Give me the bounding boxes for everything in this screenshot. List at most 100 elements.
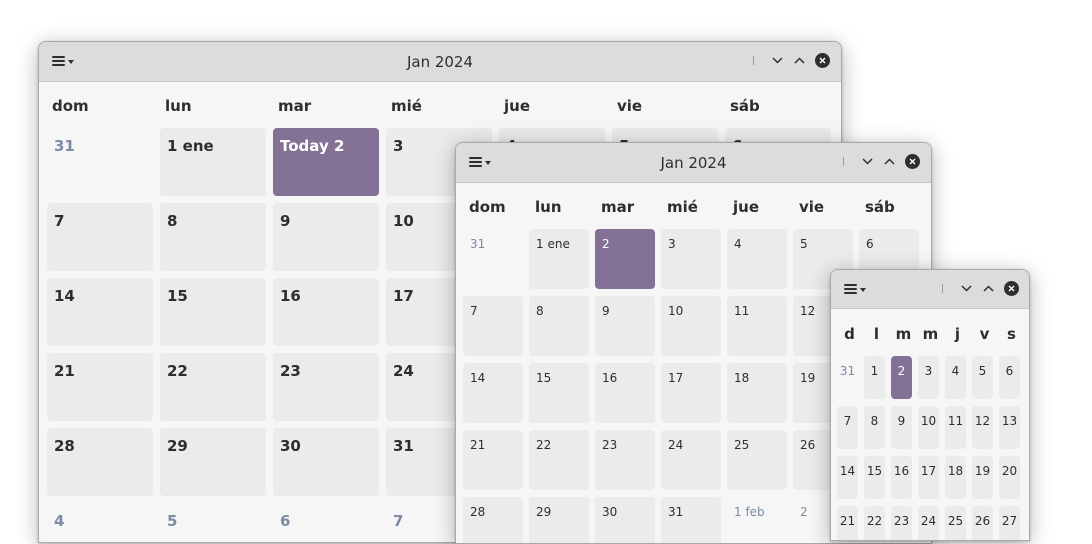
day-cell[interactable]: 1 ene — [160, 128, 266, 196]
window-titlebar[interactable] — [831, 270, 1029, 309]
dropdown-caret-icon — [860, 288, 866, 292]
day-cell[interactable]: 25 — [945, 506, 966, 540]
close-button[interactable] — [1004, 281, 1019, 296]
day-cell[interactable]: 4 — [47, 503, 153, 542]
day-cell[interactable]: 29 — [160, 428, 266, 496]
day-cell[interactable]: 20 — [999, 456, 1020, 499]
day-cell[interactable]: 11 — [727, 296, 787, 356]
day-cell[interactable]: 21 — [463, 430, 523, 490]
day-cell[interactable]: 24 — [918, 506, 939, 540]
day-cell[interactable]: 14 — [463, 363, 523, 423]
calendar-window-small: dlmmjvs 31 1 2 3 4 5 6 7 8 9 10 11 12 13 14 15 16 17 18 19 2… — [830, 269, 1030, 541]
maximize-button[interactable] — [792, 54, 806, 68]
day-cell[interactable]: 4 — [945, 356, 966, 399]
day-cell[interactable]: 22 — [864, 506, 885, 540]
day-cell[interactable]: 14 — [47, 278, 153, 346]
weekday-label: sáb — [730, 97, 760, 115]
day-cell[interactable]: 10 — [918, 406, 939, 449]
day-cell[interactable]: 6 — [273, 503, 379, 542]
day-cell[interactable]: 18 — [727, 363, 787, 423]
day-cell[interactable]: 9 — [273, 203, 379, 271]
day-cell[interactable]: 24 — [661, 430, 721, 490]
day-cell[interactable]: 15 — [160, 278, 266, 346]
day-cell[interactable]: 5 — [160, 503, 266, 542]
day-cell[interactable]: 30 — [595, 497, 655, 543]
day-cell[interactable]: 13 — [999, 406, 1020, 449]
day-cell[interactable]: 5 — [972, 356, 993, 399]
day-cell[interactable]: 11 — [945, 406, 966, 449]
day-cell[interactable]: 23 — [891, 506, 912, 540]
weekday-label: lun — [535, 198, 562, 216]
weekday-label: d — [844, 325, 855, 343]
day-cell[interactable]: 1 ene — [529, 229, 589, 289]
day-cell[interactable]: 22 — [160, 353, 266, 421]
day-cell[interactable]: 3 — [918, 356, 939, 399]
day-cell[interactable]: 16 — [273, 278, 379, 346]
chevron-down-icon — [771, 57, 783, 64]
close-button[interactable] — [905, 154, 920, 169]
day-cell[interactable]: 8 — [864, 406, 885, 449]
day-cell[interactable]: 1 feb — [727, 497, 787, 543]
day-cell[interactable]: 28 — [47, 428, 153, 496]
day-cell[interactable]: 27 — [999, 506, 1020, 540]
close-icon — [1008, 285, 1015, 292]
close-icon — [909, 158, 916, 165]
day-cell[interactable]: 31 — [837, 356, 858, 399]
main-menu-button[interactable] — [844, 284, 866, 294]
day-cell[interactable]: 19 — [972, 456, 993, 499]
day-cell[interactable]: 8 — [529, 296, 589, 356]
separator — [753, 56, 754, 65]
day-cell[interactable]: 1 — [864, 356, 885, 399]
close-button[interactable] — [815, 53, 830, 68]
minimize-button[interactable] — [959, 282, 973, 296]
day-cell[interactable]: 9 — [891, 406, 912, 449]
weekday-label: mar — [278, 97, 312, 115]
window-controls — [843, 154, 920, 169]
minimize-button[interactable] — [860, 155, 874, 169]
weekday-label: j — [954, 325, 961, 343]
day-cell[interactable]: 4 — [727, 229, 787, 289]
day-cell[interactable]: 15 — [864, 456, 885, 499]
day-cell[interactable]: 18 — [945, 456, 966, 499]
weekday-label: jue — [733, 198, 759, 216]
day-cell[interactable]: 9 — [595, 296, 655, 356]
maximize-button[interactable] — [882, 155, 896, 169]
day-cell[interactable]: 15 — [529, 363, 589, 423]
day-cell[interactable]: 21 — [837, 506, 858, 540]
day-cell[interactable]: 12 — [972, 406, 993, 449]
day-cell[interactable]: 28 — [463, 497, 523, 543]
day-cell[interactable]: 31 — [463, 229, 523, 289]
day-cell[interactable]: 31 — [661, 497, 721, 543]
day-cell[interactable]: 16 — [595, 363, 655, 423]
day-cell[interactable]: 23 — [273, 353, 379, 421]
day-cell[interactable]: 7 — [47, 203, 153, 271]
day-cell[interactable]: 14 — [837, 456, 858, 499]
day-cell[interactable]: 7 — [837, 406, 858, 449]
day-cell[interactable]: 23 — [595, 430, 655, 490]
day-cell[interactable]: 17 — [918, 456, 939, 499]
weekday-label: mar — [601, 198, 635, 216]
day-cell[interactable]: 31 — [47, 128, 153, 196]
window-controls — [753, 53, 830, 68]
day-cell[interactable]: 16 — [891, 456, 912, 499]
maximize-button[interactable] — [981, 282, 995, 296]
day-cell[interactable]: 25 — [727, 430, 787, 490]
separator — [843, 157, 844, 166]
day-cell[interactable]: 8 — [160, 203, 266, 271]
day-cell[interactable]: 30 — [273, 428, 379, 496]
day-cell[interactable]: 10 — [661, 296, 721, 356]
day-cell[interactable]: 7 — [463, 296, 523, 356]
day-cell[interactable]: 6 — [999, 356, 1020, 399]
day-cell-today[interactable]: Today 2 — [273, 128, 379, 196]
day-cell-today[interactable]: 2 — [595, 229, 655, 289]
day-cell[interactable]: 3 — [661, 229, 721, 289]
day-cell[interactable]: 22 — [529, 430, 589, 490]
day-cell[interactable]: 26 — [972, 506, 993, 540]
window-titlebar[interactable]: Jan 2024 — [456, 143, 931, 183]
minimize-button[interactable] — [770, 54, 784, 68]
day-cell[interactable]: 17 — [661, 363, 721, 423]
window-titlebar[interactable]: Jan 2024 — [39, 42, 841, 82]
day-cell[interactable]: 21 — [47, 353, 153, 421]
day-cell-today[interactable]: 2 — [891, 356, 912, 399]
day-cell[interactable]: 29 — [529, 497, 589, 543]
